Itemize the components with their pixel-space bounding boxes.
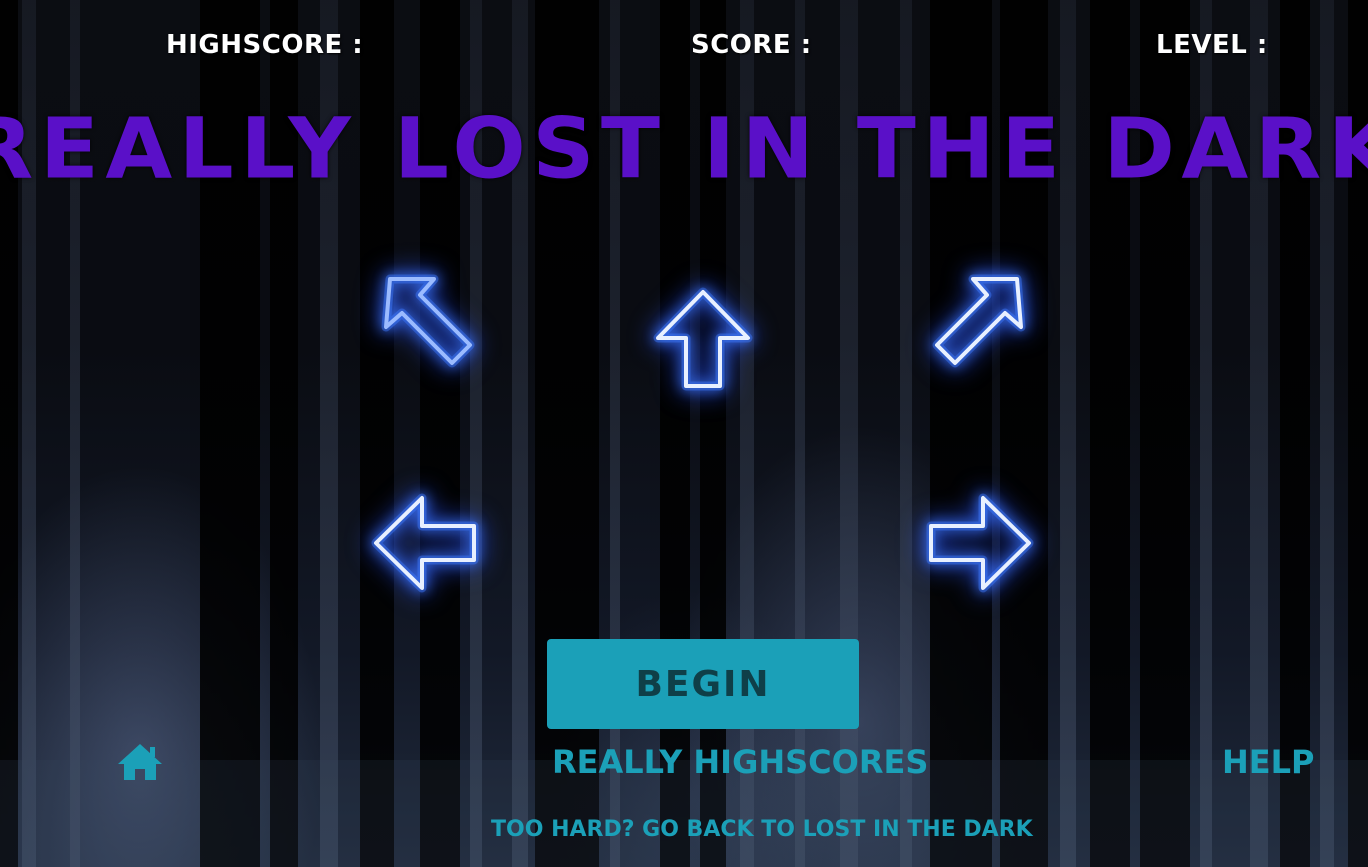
really-highscores-link[interactable]: REALLY HIGHSCORES — [552, 743, 928, 781]
arrow-right-button[interactable] — [925, 488, 1035, 598]
game-screen: HIGHSCORE : SCORE : LEVEL : REALLY LOST … — [0, 0, 1368, 867]
game-title: REALLY LOST IN THE DARK — [0, 100, 1368, 198]
help-link[interactable]: HELP — [1222, 743, 1314, 781]
arrow-up-left-icon — [381, 274, 475, 368]
arrow-up-button[interactable] — [648, 282, 758, 392]
arrow-left-button[interactable] — [370, 488, 480, 598]
level-label: LEVEL : — [1156, 30, 1268, 60]
arrow-up-icon — [653, 287, 753, 391]
score-label: SCORE : — [691, 30, 812, 60]
arrow-up-right-button[interactable] — [925, 265, 1035, 375]
arrow-up-left-button[interactable] — [372, 265, 482, 375]
easier-mode-link[interactable]: TOO HARD? GO BACK TO LOST IN THE DARK — [491, 817, 1033, 842]
arrow-up-right-icon — [932, 274, 1026, 368]
highscore-label: HIGHSCORE : — [166, 30, 364, 60]
arrow-left-icon — [371, 493, 479, 593]
arrow-right-icon — [926, 493, 1034, 593]
begin-button[interactable]: BEGIN — [547, 639, 859, 729]
home-icon[interactable] — [116, 742, 164, 782]
